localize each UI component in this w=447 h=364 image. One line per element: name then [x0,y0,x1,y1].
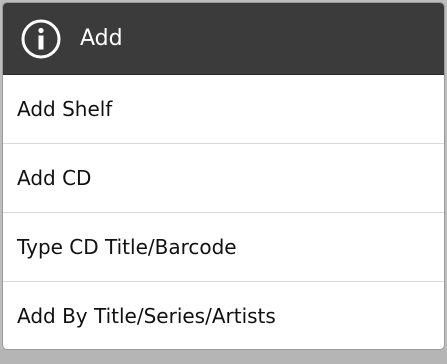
item-label: Add By Title/Series/Artists [17,304,276,328]
dialog-title: Add [80,25,123,51]
item-label: Type CD Title/Barcode [17,235,237,259]
add-shelf-item[interactable]: Add Shelf [3,75,444,144]
options-list: Add Shelf Add CD Type CD Title/Barcode A… [3,75,444,349]
info-icon [21,19,61,58]
add-by-title-series-artists-item[interactable]: Add By Title/Series/Artists [3,282,444,349]
add-cd-item[interactable]: Add CD [3,144,444,213]
dialog-header: Add [3,3,444,75]
add-dialog: Add Add Shelf Add CD Type CD Title/Barco… [3,3,444,349]
item-label: Add CD [17,166,92,190]
type-cd-title-barcode-item[interactable]: Type CD Title/Barcode [3,213,444,282]
item-label: Add Shelf [17,97,113,121]
background-scrim [0,349,447,364]
